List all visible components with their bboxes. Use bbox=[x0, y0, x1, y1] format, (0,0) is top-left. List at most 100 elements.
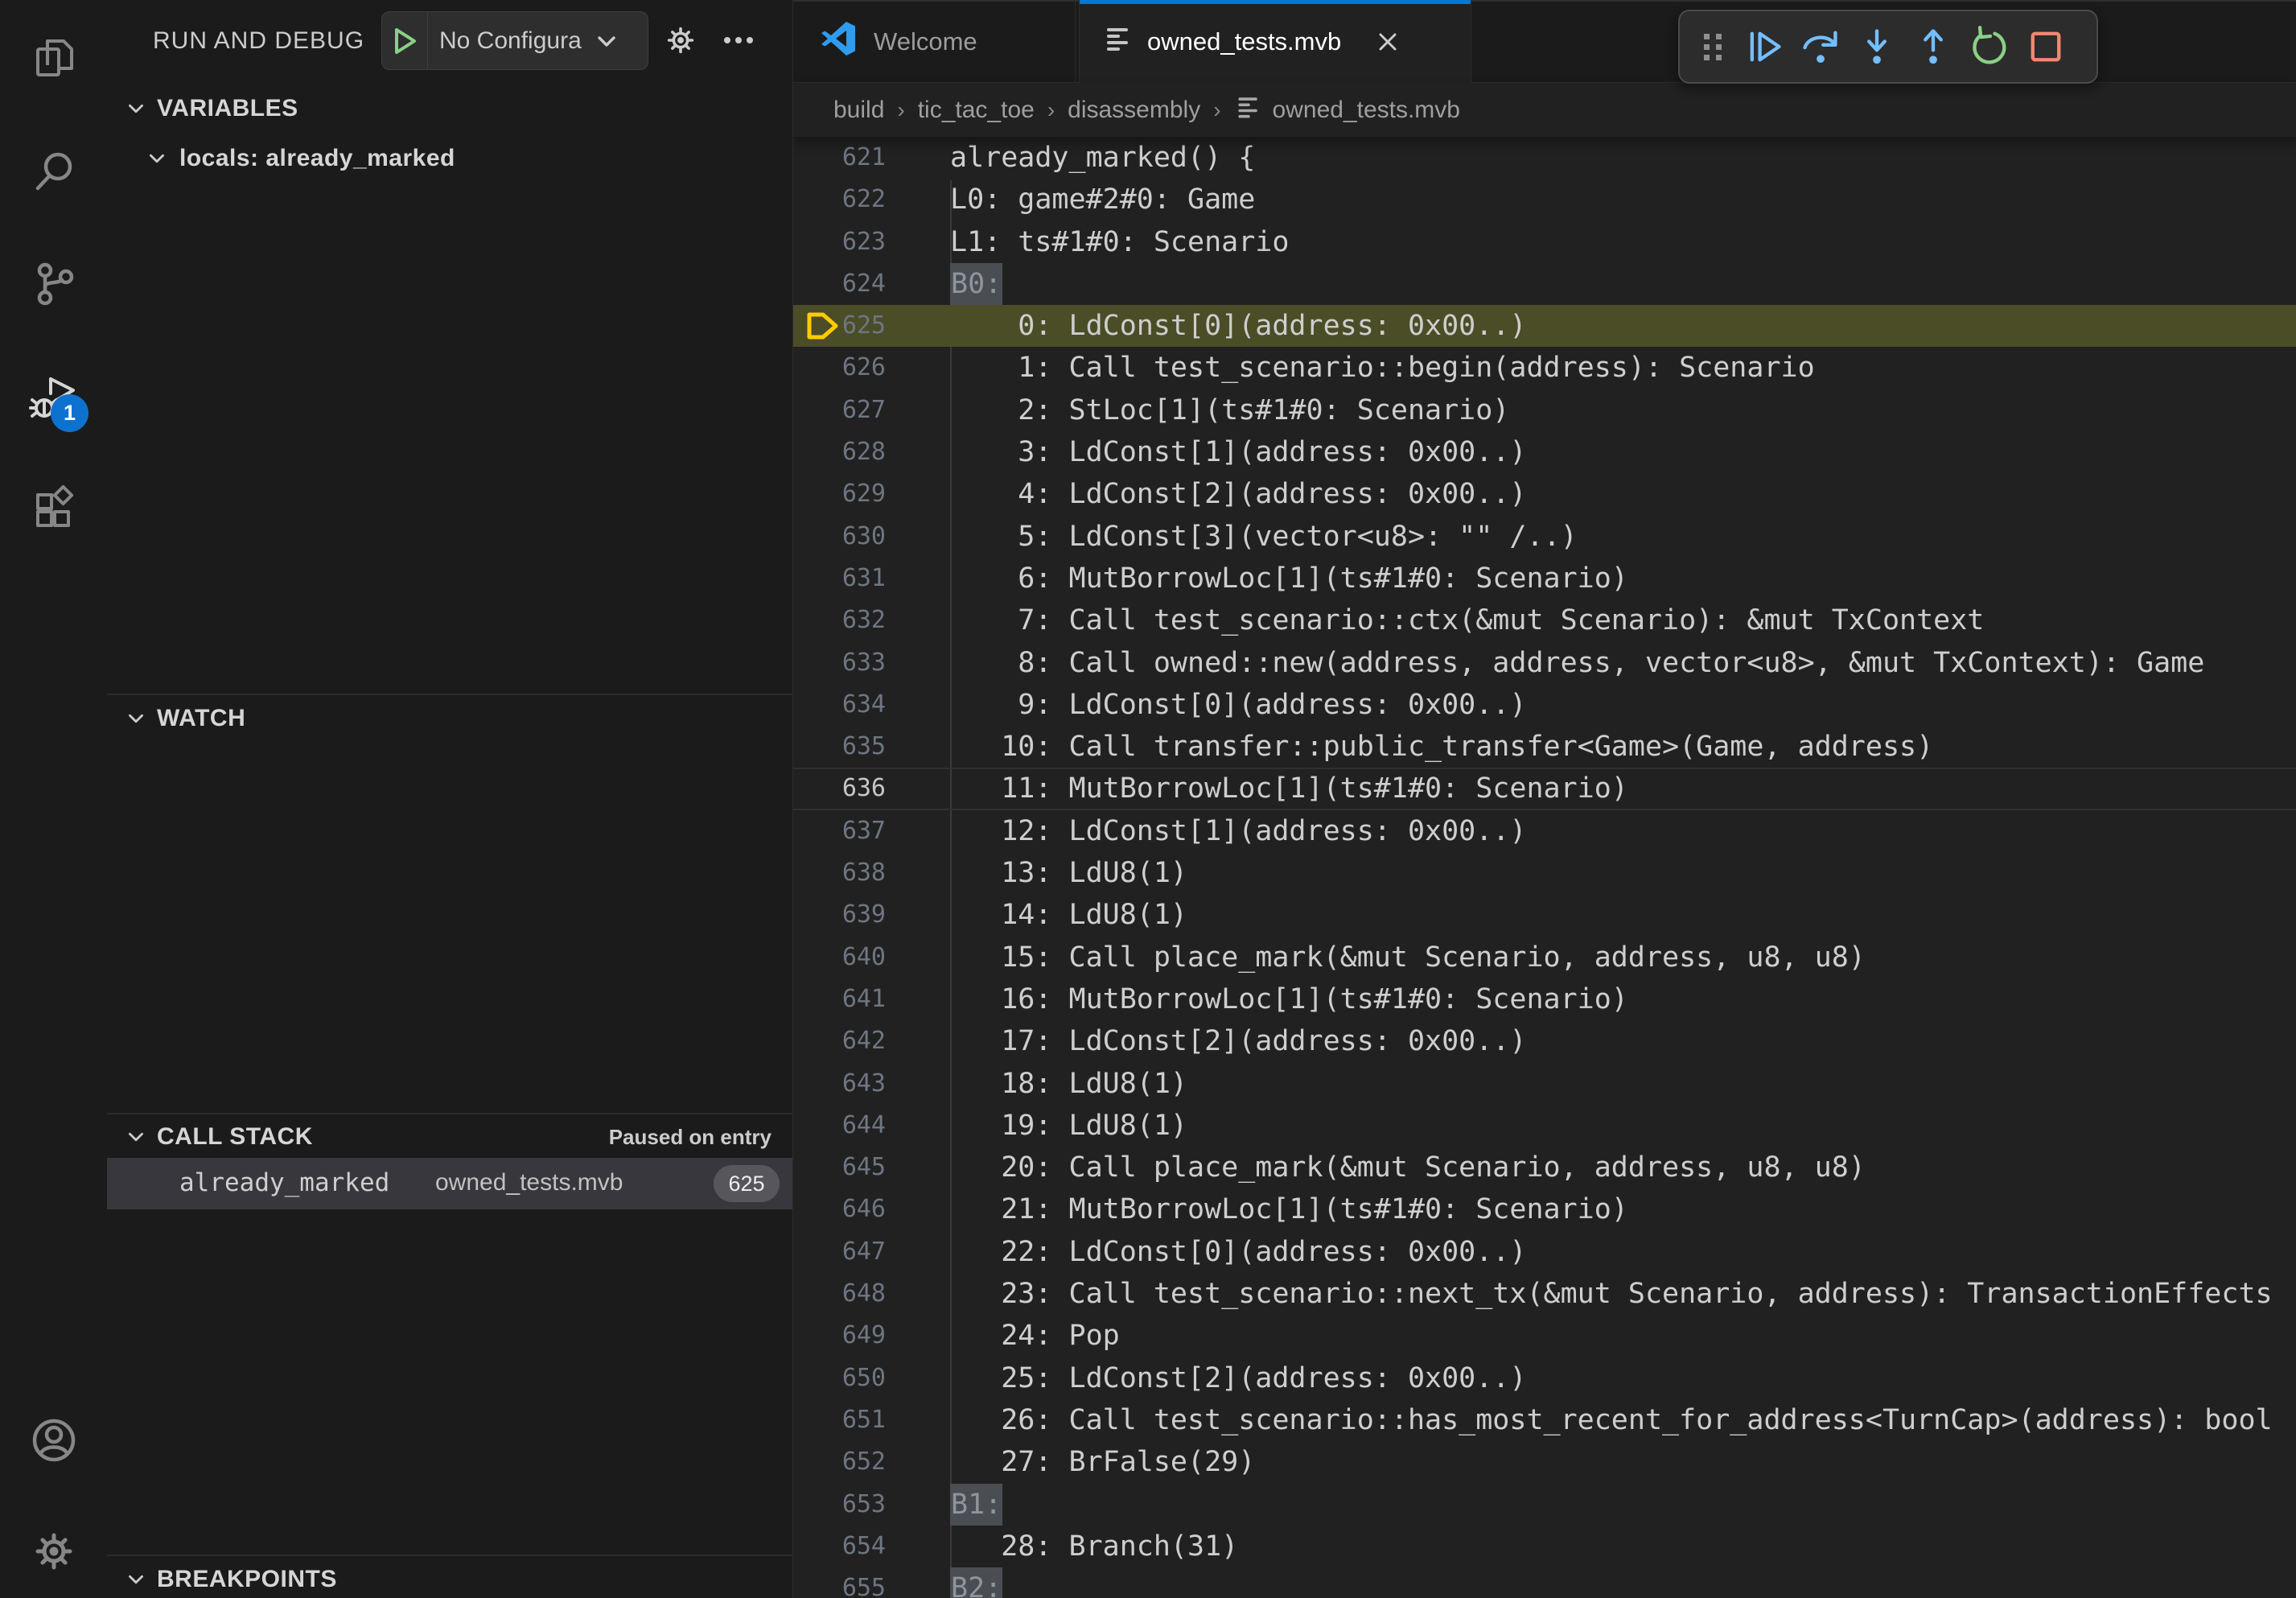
line-number[interactable]: 644 bbox=[793, 1105, 886, 1147]
line-number[interactable]: 648 bbox=[793, 1273, 886, 1315]
code-line-628[interactable]: 628 3: LdConst[1](address: 0x00..) bbox=[793, 431, 2296, 473]
sidebar-item-search[interactable] bbox=[0, 129, 107, 217]
code-line-635[interactable]: 635 10: Call transfer::public_transfer<G… bbox=[793, 726, 2296, 768]
sidebar-item-extensions[interactable] bbox=[0, 468, 107, 557]
code-line-643[interactable]: 643 18: LdU8(1) bbox=[793, 1063, 2296, 1105]
code-text[interactable]: 20: Call place_mark(&mut Scenario, addre… bbox=[950, 1147, 1866, 1188]
code-line-647[interactable]: 647 22: LdConst[0](address: 0x00..) bbox=[793, 1231, 2296, 1273]
code-line-634[interactable]: 634 9: LdConst[0](address: 0x00..) bbox=[793, 684, 2296, 726]
code-text[interactable]: 15: Call place_mark(&mut Scenario, addre… bbox=[950, 937, 1866, 978]
code-text[interactable]: 4: LdConst[2](address: 0x00..) bbox=[950, 473, 1526, 515]
section-sash[interactable] bbox=[107, 694, 792, 695]
code-line-626[interactable]: 626 1: Call test_scenario::begin(address… bbox=[793, 347, 2296, 389]
code-text[interactable]: L0: game#2#0: Game bbox=[950, 179, 1255, 220]
line-number[interactable]: 637 bbox=[793, 810, 886, 852]
step-over-button[interactable] bbox=[1792, 14, 1849, 79]
code-text[interactable]: 17: LdConst[2](address: 0x00..) bbox=[950, 1020, 1526, 1062]
launch-configuration-dropdown[interactable]: No Configura bbox=[381, 11, 648, 70]
line-number[interactable]: 654 bbox=[793, 1526, 886, 1567]
code-text[interactable]: 18: LdU8(1) bbox=[950, 1063, 1187, 1105]
step-into-button[interactable] bbox=[1849, 14, 1905, 79]
line-number[interactable]: 627 bbox=[793, 389, 886, 431]
variables-section-header[interactable]: VARIABLES bbox=[107, 89, 792, 128]
debug-settings-button[interactable] bbox=[662, 23, 699, 60]
code-text[interactable]: already_marked() { bbox=[950, 137, 1255, 179]
code-text[interactable]: 25: LdConst[2](address: 0x00..) bbox=[950, 1357, 1526, 1399]
line-number[interactable]: 628 bbox=[793, 431, 886, 473]
accounts-button[interactable] bbox=[0, 1398, 107, 1486]
line-number[interactable]: 623 bbox=[793, 221, 886, 263]
code-line-654[interactable]: 654 28: Branch(31) bbox=[793, 1526, 2296, 1567]
code-text[interactable]: 27: BrFalse(29) bbox=[950, 1441, 1255, 1483]
code-line-644[interactable]: 644 19: LdU8(1) bbox=[793, 1105, 2296, 1147]
code-text[interactable]: 7: Call test_scenario::ctx(&mut Scenario… bbox=[950, 599, 1984, 641]
code-line-624[interactable]: 624B0: bbox=[793, 263, 2296, 305]
line-number[interactable]: 636 bbox=[793, 768, 886, 809]
line-number[interactable]: 653 bbox=[793, 1484, 886, 1526]
breakpoints-section-header[interactable]: BREAKPOINTS bbox=[107, 1561, 792, 1598]
code-line-651[interactable]: 651 26: Call test_scenario::has_most_rec… bbox=[793, 1399, 2296, 1441]
code-text[interactable]: 21: MutBorrowLoc[1](ts#1#0: Scenario) bbox=[950, 1188, 1628, 1230]
code-text[interactable]: 24: Pop bbox=[950, 1315, 1120, 1357]
code-text[interactable]: 9: LdConst[0](address: 0x00..) bbox=[950, 684, 1526, 726]
code-line-622[interactable]: 622 L0: game#2#0: Game bbox=[793, 179, 2296, 220]
code-text[interactable]: 13: LdU8(1) bbox=[950, 852, 1187, 894]
code-line-632[interactable]: 632 7: Call test_scenario::ctx(&mut Scen… bbox=[793, 599, 2296, 641]
code-line-649[interactable]: 649 24: Pop bbox=[793, 1315, 2296, 1357]
code-text[interactable]: 28: Branch(31) bbox=[950, 1526, 1238, 1567]
line-number[interactable]: 621 bbox=[793, 137, 886, 179]
section-sash[interactable] bbox=[107, 1555, 792, 1556]
line-number[interactable]: 622 bbox=[793, 179, 886, 220]
toolbar-drag-handle[interactable] bbox=[1691, 14, 1736, 79]
code-text[interactable]: 6: MutBorrowLoc[1](ts#1#0: Scenario) bbox=[950, 558, 1628, 599]
line-number[interactable]: 632 bbox=[793, 599, 886, 641]
close-icon[interactable] bbox=[1370, 24, 1405, 60]
code-text[interactable]: 3: LdConst[1](address: 0x00..) bbox=[950, 431, 1526, 473]
line-number[interactable]: 639 bbox=[793, 894, 886, 936]
breadcrumb-item[interactable]: tic_tac_toe bbox=[918, 97, 1035, 124]
code-text[interactable]: 2: StLoc[1](ts#1#0: Scenario) bbox=[950, 389, 1509, 431]
section-sash[interactable] bbox=[107, 1113, 792, 1114]
code-line-640[interactable]: 640 15: Call place_mark(&mut Scenario, a… bbox=[793, 937, 2296, 978]
code-line-642[interactable]: 642 17: LdConst[2](address: 0x00..) bbox=[793, 1020, 2296, 1062]
code-line-621[interactable]: 621 already_marked() { bbox=[793, 137, 2296, 179]
code-line-623[interactable]: 623L1: ts#1#0: Scenario bbox=[793, 221, 2296, 263]
code-text[interactable]: 0: LdConst[0](address: 0x00..) bbox=[950, 305, 1526, 347]
code-text[interactable]: 1: Call test_scenario::begin(address): S… bbox=[950, 347, 1815, 389]
step-out-button[interactable] bbox=[1905, 14, 1961, 79]
code-text[interactable]: 8: Call owned::new(address, address, vec… bbox=[950, 642, 2204, 684]
call-stack-frame-row[interactable]: already_marked owned_tests.mvb 625 bbox=[107, 1158, 792, 1209]
code-line-652[interactable]: 652 27: BrFalse(29) bbox=[793, 1441, 2296, 1483]
line-number[interactable]: 645 bbox=[793, 1147, 886, 1188]
breadcrumb-item-file[interactable]: owned_tests.mvb bbox=[1234, 93, 1460, 128]
line-number[interactable]: 643 bbox=[793, 1063, 886, 1105]
code-line-636[interactable]: 636 11: MutBorrowLoc[1](ts#1#0: Scenario… bbox=[793, 768, 2296, 809]
line-number[interactable]: 626 bbox=[793, 347, 886, 389]
code-text[interactable]: 10: Call transfer::public_transfer<Game>… bbox=[950, 726, 1933, 768]
code-line-655[interactable]: 655B2: bbox=[793, 1567, 2296, 1598]
code-line-653[interactable]: 653B1: bbox=[793, 1484, 2296, 1526]
restart-button[interactable] bbox=[1961, 14, 2018, 79]
views-more-actions-button[interactable] bbox=[720, 23, 757, 60]
code-line-638[interactable]: 638 13: LdU8(1) bbox=[793, 852, 2296, 894]
variables-scope-locals[interactable]: locals: already_marked bbox=[107, 138, 792, 179]
continue-button[interactable] bbox=[1736, 14, 1792, 79]
line-number[interactable]: 647 bbox=[793, 1231, 886, 1273]
code-line-646[interactable]: 646 21: MutBorrowLoc[1](ts#1#0: Scenario… bbox=[793, 1188, 2296, 1230]
code-line-630[interactable]: 630 5: LdConst[3](vector<u8>: "" /..) bbox=[793, 516, 2296, 558]
code-text[interactable]: 26: Call test_scenario::has_most_recent_… bbox=[950, 1399, 2273, 1441]
line-number[interactable]: 649 bbox=[793, 1315, 886, 1357]
line-number[interactable]: 646 bbox=[793, 1188, 886, 1230]
code-line-627[interactable]: 627 2: StLoc[1](ts#1#0: Scenario) bbox=[793, 389, 2296, 431]
sidebar-item-explorer[interactable] bbox=[0, 16, 107, 105]
line-number[interactable]: 641 bbox=[793, 978, 886, 1020]
line-number[interactable]: 638 bbox=[793, 852, 886, 894]
line-number[interactable]: 635 bbox=[793, 726, 886, 768]
code-text[interactable]: 19: LdU8(1) bbox=[950, 1105, 1187, 1147]
code-line-650[interactable]: 650 25: LdConst[2](address: 0x00..) bbox=[793, 1357, 2296, 1399]
code-text[interactable]: 22: LdConst[0](address: 0x00..) bbox=[950, 1231, 1526, 1273]
line-number[interactable]: 631 bbox=[793, 558, 886, 599]
line-number[interactable]: 633 bbox=[793, 642, 886, 684]
line-number[interactable]: 624 bbox=[793, 263, 886, 305]
code-line-639[interactable]: 639 14: LdU8(1) bbox=[793, 894, 2296, 936]
